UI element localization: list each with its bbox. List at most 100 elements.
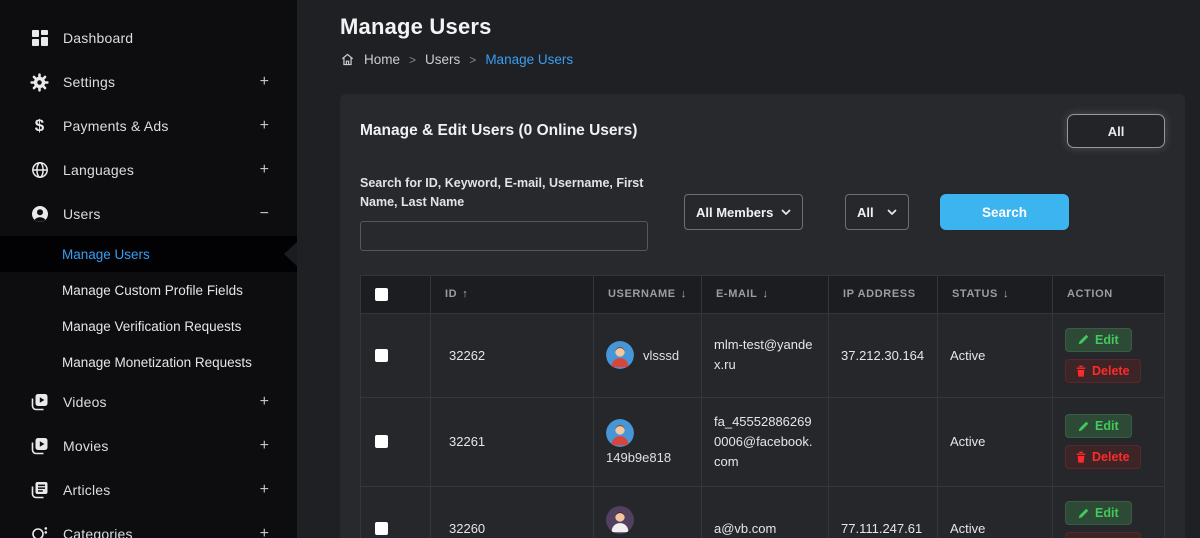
action-cell: Edit Delete xyxy=(1065,328,1152,383)
movie-stack-icon xyxy=(30,437,49,456)
sidebar-label: Categories xyxy=(63,526,133,538)
action-cell: Edit Delete xyxy=(1065,501,1152,538)
user-id: 32262 xyxy=(431,313,594,397)
chevron-down-icon xyxy=(781,209,791,215)
sidebar-label: Languages xyxy=(63,162,134,178)
edit-button[interactable]: Edit xyxy=(1065,328,1132,352)
select-all-header xyxy=(361,275,431,313)
expander: + xyxy=(260,117,269,135)
sidebar-label: Movies xyxy=(63,438,109,454)
sidebar-item-videos[interactable]: Videos + xyxy=(0,380,297,424)
username: 149b9e818 xyxy=(606,450,671,465)
sidebar-subitem-manage-users[interactable]: Manage Users xyxy=(0,236,297,272)
column-header-status[interactable]: STATUS↓ xyxy=(938,275,1053,313)
delete-button[interactable]: Delete xyxy=(1065,532,1141,538)
scope-value: All xyxy=(857,205,874,220)
sidebar-subitem-manage-verification-requests[interactable]: Manage Verification Requests xyxy=(0,308,297,344)
expander: + xyxy=(260,437,269,455)
breadcrumb-separator: > xyxy=(409,53,416,67)
avatar xyxy=(606,341,634,369)
select-all-checkbox[interactable] xyxy=(375,288,388,301)
avatar xyxy=(606,506,634,534)
search-block: Search for ID, Keyword, E-mail, Username… xyxy=(360,174,648,251)
gear-icon xyxy=(30,73,49,92)
sidebar-item-payments[interactable]: $ Payments & Ads + xyxy=(0,104,297,148)
page-title: Manage Users xyxy=(340,14,1185,40)
sidebar: Dashboard xyxy=(0,0,297,538)
sidebar-item-articles[interactable]: Articles + xyxy=(0,468,297,512)
delete-button[interactable]: Delete xyxy=(1065,445,1141,469)
sidebar-item-categories[interactable]: Categories + xyxy=(0,512,297,538)
row-checkbox[interactable] xyxy=(375,349,388,362)
video-stack-icon xyxy=(30,393,49,412)
search-filter-row: Search for ID, Keyword, E-mail, Username… xyxy=(360,174,1165,251)
sidebar-label: Payments & Ads xyxy=(63,118,169,134)
sidebar-label: Videos xyxy=(63,394,107,410)
all-filter-button[interactable]: All xyxy=(1067,114,1165,148)
user-cell: demooy xyxy=(606,506,689,538)
table-row: 32261 xyxy=(361,397,1165,486)
column-header-ip[interactable]: IP ADDRESS xyxy=(829,275,938,313)
row-checkbox[interactable] xyxy=(375,522,388,535)
sidebar-sublabel: Manage Users xyxy=(62,247,150,262)
search-button[interactable]: Search xyxy=(940,194,1069,230)
expander: − xyxy=(260,205,269,223)
sidebar-item-movies[interactable]: Movies + xyxy=(0,424,297,468)
breadcrumb-current[interactable]: Manage Users xyxy=(485,52,573,67)
sidebar-item-settings[interactable]: Settings + xyxy=(0,60,297,104)
column-header-action: ACTION xyxy=(1053,275,1165,313)
search-input[interactable] xyxy=(360,221,648,251)
action-cell: Edit Delete xyxy=(1065,414,1152,469)
sort-desc-icon: ↓ xyxy=(1003,288,1009,300)
user-ip xyxy=(829,397,938,486)
breadcrumb-home[interactable]: Home xyxy=(364,52,400,67)
edit-button[interactable]: Edit xyxy=(1065,414,1132,438)
active-item-notch xyxy=(284,242,297,266)
expander: + xyxy=(260,161,269,179)
user-email: a@vb.com xyxy=(702,487,829,538)
column-header-username[interactable]: USERNAME↓ xyxy=(594,275,702,313)
sidebar-subitem-manage-monetization-requests[interactable]: Manage Monetization Requests xyxy=(0,344,297,380)
user-cell: vlsssd xyxy=(606,341,689,369)
trash-icon xyxy=(1076,451,1086,463)
breadcrumb-separator: > xyxy=(469,53,476,67)
sidebar-subitem-manage-custom-profile-fields[interactable]: Manage Custom Profile Fields xyxy=(0,272,297,308)
expander: + xyxy=(260,73,269,91)
avatar xyxy=(606,419,634,447)
card-title: Manage & Edit Users (0 Online Users) xyxy=(360,122,637,140)
delete-button[interactable]: Delete xyxy=(1065,359,1141,383)
sidebar-label: Users xyxy=(63,206,101,222)
sidebar-label: Articles xyxy=(63,482,111,498)
edit-button[interactable]: Edit xyxy=(1065,501,1132,525)
sidebar-sublabel: Manage Monetization Requests xyxy=(62,355,252,370)
column-header-email[interactable]: E-MAIL↓ xyxy=(702,275,829,313)
breadcrumb-users[interactable]: Users xyxy=(425,52,460,67)
sidebar-item-languages[interactable]: Languages + xyxy=(0,148,297,192)
member-type-value: All Members xyxy=(696,205,773,220)
column-header-id[interactable]: ID↑ xyxy=(431,275,594,313)
home-icon xyxy=(340,52,355,67)
manage-users-card: Manage & Edit Users (0 Online Users) All… xyxy=(340,94,1185,538)
categories-icon xyxy=(30,525,49,538)
dashboard-icon xyxy=(30,29,49,48)
sidebar-sublabel: Manage Custom Profile Fields xyxy=(62,283,243,298)
scope-select[interactable]: All xyxy=(845,194,909,230)
row-checkbox[interactable] xyxy=(375,435,388,448)
table-header-row: ID↑ USERNAME↓ E-MAIL↓ IP ADDRESS STATUS↓ xyxy=(361,275,1165,313)
member-type-select[interactable]: All Members xyxy=(684,194,803,230)
sidebar-item-users[interactable]: Users − xyxy=(0,192,297,236)
expander: + xyxy=(260,393,269,411)
sidebar-label: Dashboard xyxy=(63,30,133,46)
user-status: Active xyxy=(938,487,1053,538)
user-status: Active xyxy=(938,313,1053,397)
user-email: fa_455528862690006@facebook.com xyxy=(702,397,829,486)
articles-icon xyxy=(30,481,49,500)
globe-icon xyxy=(30,161,49,180)
chevron-down-icon xyxy=(887,209,897,215)
pencil-icon xyxy=(1078,421,1089,432)
user-ip: 37.212.30.164 xyxy=(829,313,938,397)
sidebar-item-dashboard[interactable]: Dashboard xyxy=(0,16,297,60)
trash-icon xyxy=(1076,365,1086,377)
sidebar-label: Settings xyxy=(63,74,115,90)
breadcrumb: Home > Users > Manage Users xyxy=(340,52,1185,67)
